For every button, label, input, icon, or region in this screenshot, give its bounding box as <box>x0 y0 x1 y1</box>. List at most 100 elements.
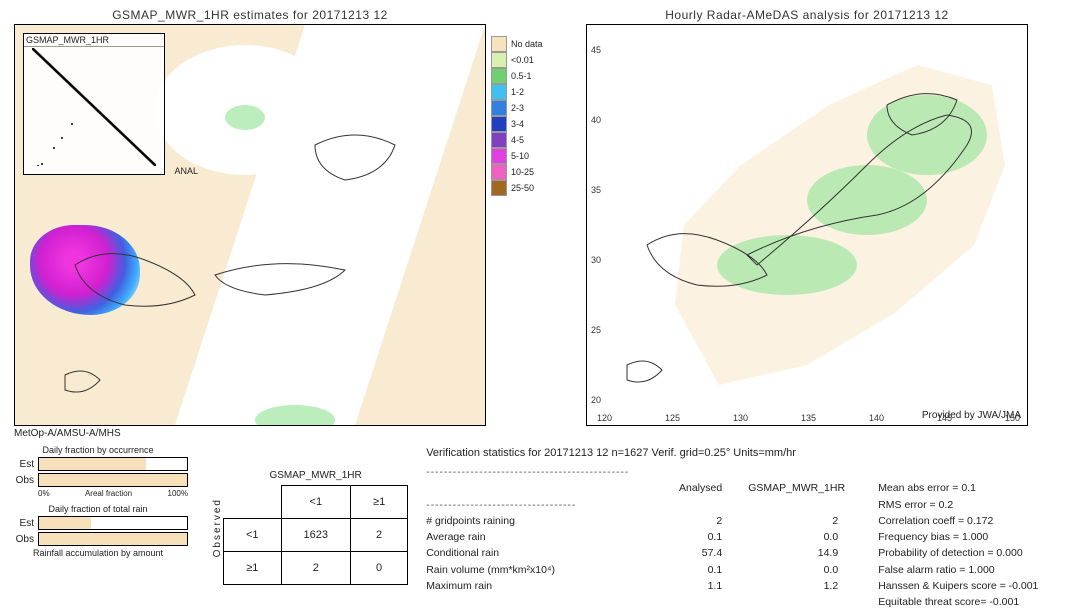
stats-row: # gridpoints raining 2 2 <box>426 513 838 529</box>
bar-fill <box>39 458 146 470</box>
colhdr-analysed: Analysed <box>632 480 722 496</box>
left-map-title: GSMAP_MWR_1HR estimates for 20171213 12 <box>14 8 486 22</box>
inset-points <box>32 48 156 166</box>
bar-track <box>38 516 188 530</box>
legend-label: 2-3 <box>511 103 524 113</box>
maps-row: GSMAP_MWR_1HR estimates for 20171213 12 … <box>8 8 1072 426</box>
stat-gsmap: 1.2 <box>748 578 838 594</box>
color-legend: No data <0.01 0.5-1 1-2 2-3 3-4 4-5 5-10 10-25 25… <box>491 36 566 196</box>
stats-header: Verification statistics for 20171213 12 … <box>426 445 1072 462</box>
lat-tick: 45 <box>591 45 601 55</box>
legend-item: 25-50 <box>491 180 566 196</box>
legend-label: 10-25 <box>511 167 534 177</box>
legend-label: 0.5-1 <box>511 71 532 81</box>
lat-tick: 35 <box>591 185 601 195</box>
lon-tick: 130 <box>733 413 748 423</box>
right-map-panel: Hourly Radar-AMeDAS analysis for 2017121… <box>586 8 1028 426</box>
confusion-matrix: <1 ≥1 <1 1623 2 ≥1 2 0 <box>223 485 408 585</box>
confusion-title: GSMAP_MWR_1HR <box>223 470 408 481</box>
legend-item: No data <box>491 36 566 52</box>
axis-right: 100% <box>168 489 188 498</box>
confusion-block: Observed GSMAP_MWR_1HR <1 ≥1 <1 1623 2 <box>206 445 408 610</box>
legend-item: 10-25 <box>491 164 566 180</box>
stat-analysed: 0.1 <box>632 562 722 578</box>
legend-swatch <box>491 36 507 52</box>
scatter-inset: GSMAP_MWR_1HR ANAL <box>23 33 165 175</box>
legend-item: 1-2 <box>491 84 566 100</box>
legend-swatch <box>491 116 507 132</box>
legend-item: 4-5 <box>491 132 566 148</box>
stat-gsmap: 0.0 <box>748 529 838 545</box>
fraction-bars: Daily fraction by occurrence Est Obs 0% … <box>8 445 188 610</box>
legend-label: <0.01 <box>511 55 534 65</box>
bar-track <box>38 532 188 546</box>
legend-label: 5-10 <box>511 151 529 161</box>
colhdr-gsmap: GSMAP_MWR_1HR <box>748 480 838 496</box>
bar-label: Obs <box>8 475 38 486</box>
stats-row: Maximum rain 1.1 1.2 <box>426 578 838 594</box>
lat-tick: 40 <box>591 115 601 125</box>
lat-tick: 25 <box>591 325 601 335</box>
conf-cell-00: 1623 <box>281 519 350 552</box>
legend-item: 2-3 <box>491 100 566 116</box>
lon-tick: 150 <box>1005 413 1020 423</box>
inset-x-label: ANAL <box>174 166 198 176</box>
header-rule: - - - - - - - - - - - - - - - - - - - - … <box>426 464 1072 480</box>
conf-col-1: <1 <box>281 486 350 519</box>
conf-col-2: ≥1 <box>351 486 408 519</box>
coastlines-right <box>587 25 1027 425</box>
conf-row-1: <1 <box>224 519 282 552</box>
bar-row: Est <box>8 457 188 471</box>
stat-gsmap: 0.0 <box>748 562 838 578</box>
bars-title-1: Daily fraction by occurrence <box>8 445 188 455</box>
stat-analysed: 1.1 <box>632 578 722 594</box>
legend-label: No data <box>511 39 543 49</box>
bars-axis: 0% Areal fraction 100% <box>8 489 188 498</box>
legend-label: 4-5 <box>511 135 524 145</box>
legend-item: 0.5-1 <box>491 68 566 84</box>
left-map: GSMAP_MWR_1HR ANAL <box>14 24 486 426</box>
metric-line: Correlation coeff = 0.172 <box>878 513 1038 529</box>
legend-item: 5-10 <box>491 148 566 164</box>
conf-cell-11: 0 <box>351 552 408 585</box>
stat-label: # gridpoints raining <box>426 513 606 529</box>
legend-swatch <box>491 100 507 116</box>
metric-line: Frequency bias = 1.000 <box>878 529 1038 545</box>
stat-analysed: 57.4 <box>632 545 722 561</box>
legend-swatch <box>491 52 507 68</box>
legend-item: 3-4 <box>491 116 566 132</box>
legend-label: 3-4 <box>511 119 524 129</box>
left-map-panel: GSMAP_MWR_1HR estimates for 20171213 12 … <box>14 8 486 426</box>
bar-row: Obs <box>8 532 188 546</box>
bar-track <box>38 457 188 471</box>
skill-metrics: Mean abs error = 0.1RMS error = 0.2Corre… <box>878 480 1038 610</box>
metric-line: RMS error = 0.2 <box>878 497 1038 513</box>
bar-label: Est <box>8 518 38 529</box>
metric-line: Hanssen & Kuipers score = -0.001 <box>878 578 1038 594</box>
stats-row: Average rain 0.1 0.0 <box>426 529 838 545</box>
stat-label: Average rain <box>426 529 606 545</box>
bars-caption-3: Rainfall accumulation by amount <box>8 548 188 558</box>
lat-tick: 20 <box>591 395 601 405</box>
verification-figure: GSMAP_MWR_1HR estimates for 20171213 12 … <box>8 8 1072 604</box>
bar-label: Est <box>8 459 38 470</box>
conf-row-2: ≥1 <box>224 552 282 585</box>
stat-gsmap: 14.9 <box>748 545 838 561</box>
bar-fill <box>39 533 187 545</box>
right-map: Provided by JWA/JMA 454035302520 1201251… <box>586 24 1028 426</box>
metric-line: Equitable threat score= -0.001 <box>878 594 1038 610</box>
stat-label: Rain volume (mm*km²x10⁴) <box>426 562 606 578</box>
lon-tick: 135 <box>801 413 816 423</box>
stat-analysed: 2 <box>632 513 722 529</box>
lon-tick: 120 <box>597 413 612 423</box>
lon-tick: 125 <box>665 413 680 423</box>
bar-label: Obs <box>8 534 38 545</box>
sensor-label: MetOp-A/AMSU-A/MHS <box>14 428 1072 439</box>
axis-left: 0% <box>38 489 50 498</box>
conf-cell-10: 2 <box>281 552 350 585</box>
stat-label: Conditional rain <box>426 545 606 561</box>
legend-swatch <box>491 148 507 164</box>
right-map-title: Hourly Radar-AMeDAS analysis for 2017121… <box>586 8 1028 22</box>
bar-track <box>38 473 188 487</box>
observed-label: Observed <box>206 498 223 557</box>
